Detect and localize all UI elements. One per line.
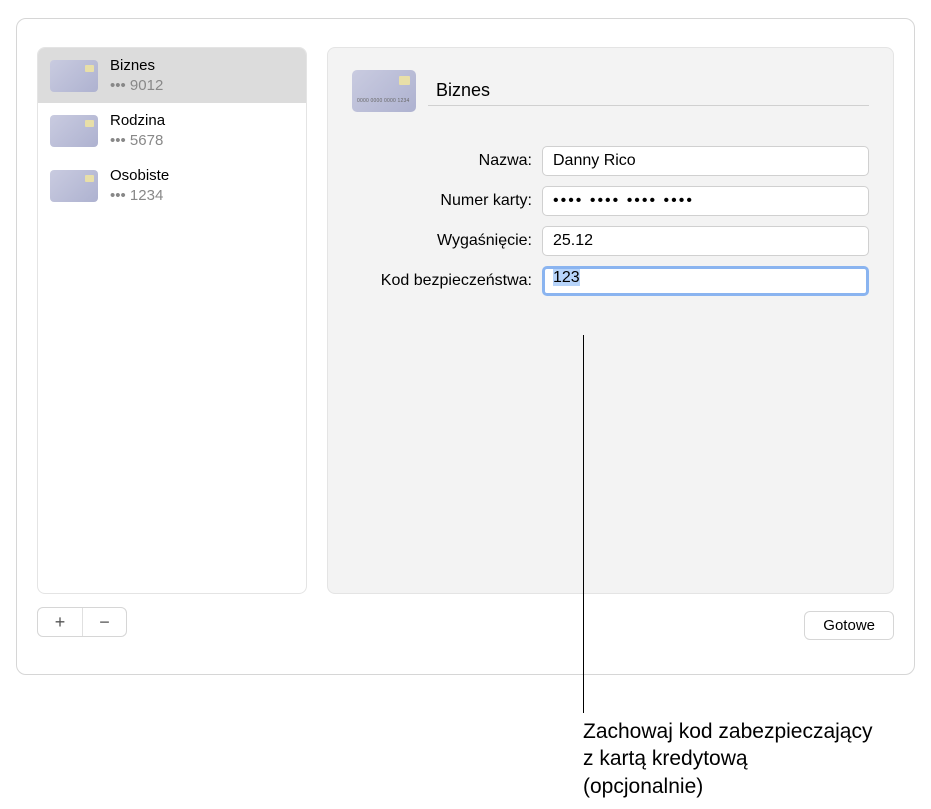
credit-card-icon — [50, 170, 98, 202]
name-input[interactable] — [542, 146, 869, 176]
card-list-item[interactable]: Biznes ••• 9012 — [38, 48, 306, 103]
card-title-input[interactable] — [428, 76, 869, 106]
security-code-label: Kod bezpieczeństwa: — [352, 272, 542, 290]
card-item-last-digits: ••• 1234 — [110, 186, 169, 206]
credit-card-icon — [352, 70, 416, 112]
done-button[interactable]: Gotowe — [804, 611, 894, 640]
credit-card-settings-window: Biznes ••• 9012 Rodzina ••• 5678 Osobist… — [16, 18, 915, 675]
card-item-text: Rodzina ••• 5678 — [110, 111, 165, 150]
credit-card-icon — [50, 115, 98, 147]
detail-header — [352, 70, 869, 112]
number-input[interactable] — [542, 186, 869, 216]
card-detail-panel: Nazwa: Numer karty: Wygaśnięcie: Kod bez… — [327, 47, 894, 594]
callout-leader-line — [583, 335, 584, 713]
card-item-name: Osobiste — [110, 166, 169, 186]
card-item-text: Osobiste ••• 1234 — [110, 166, 169, 205]
callout-text: Zachowaj kod zabezpieczający z kartą kre… — [583, 718, 873, 800]
form-row-expiry: Wygaśnięcie: — [352, 226, 869, 256]
form-row-number: Numer karty: — [352, 186, 869, 216]
credit-card-icon — [50, 60, 98, 92]
plus-icon: + — [55, 612, 66, 633]
minus-icon: − — [99, 612, 110, 633]
card-list-item[interactable]: Rodzina ••• 5678 — [38, 103, 306, 158]
form-row-name: Nazwa: — [352, 146, 869, 176]
card-item-last-digits: ••• 5678 — [110, 131, 165, 151]
remove-card-button[interactable]: − — [82, 608, 126, 636]
card-item-text: Biznes ••• 9012 — [110, 56, 163, 95]
content-area: Biznes ••• 9012 Rodzina ••• 5678 Osobist… — [37, 47, 894, 594]
card-list-sidebar: Biznes ••• 9012 Rodzina ••• 5678 Osobist… — [37, 47, 307, 594]
card-item-name: Biznes — [110, 56, 163, 76]
expiry-input[interactable] — [542, 226, 869, 256]
name-label: Nazwa: — [352, 152, 542, 170]
form-row-security: Kod bezpieczeństwa: 123 — [352, 266, 869, 296]
expiry-label: Wygaśnięcie: — [352, 232, 542, 250]
card-list-item[interactable]: Osobiste ••• 1234 — [38, 158, 306, 213]
card-item-name: Rodzina — [110, 111, 165, 131]
card-item-last-digits: ••• 9012 — [110, 76, 163, 96]
add-card-button[interactable]: + — [38, 608, 82, 636]
number-label: Numer karty: — [352, 192, 542, 210]
security-code-input[interactable]: 123 — [542, 266, 869, 296]
sidebar-toolbar: + − — [37, 607, 127, 637]
